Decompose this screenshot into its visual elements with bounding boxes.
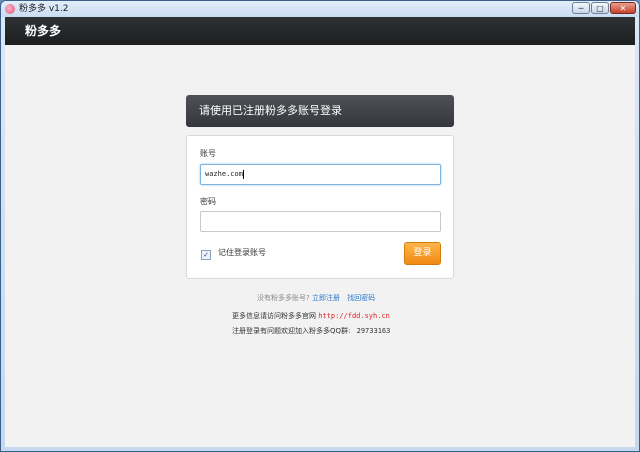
remember-checkbox[interactable]: ✓ — [201, 250, 211, 260]
register-link[interactable]: 立即注册 — [312, 294, 340, 302]
login-heading: 请使用已注册粉多多账号登录 — [199, 104, 342, 117]
app-header: 粉多多 — [5, 17, 635, 45]
login-form: 账号 wazhe.com 密码 ✓ 记住登录账号 登录 — [186, 135, 454, 279]
website-info: 更多信息请访问粉多多官网 http://fdd.syh.cn — [232, 312, 390, 321]
close-button[interactable]: ✕ — [610, 2, 636, 14]
password-input[interactable] — [200, 211, 441, 232]
remember-label[interactable]: 记住登录账号 — [218, 248, 266, 258]
account-label: 账号 — [200, 149, 216, 158]
website-link[interactable]: http://fdd.syh.cn — [318, 312, 390, 320]
login-panel-header: 请使用已注册粉多多账号登录 — [186, 95, 454, 127]
password-label: 密码 — [200, 197, 216, 206]
account-input-value: wazhe.com — [205, 170, 243, 178]
qq-group-text: 注册登录有问题欢迎加入粉多多QQ群: — [232, 327, 351, 335]
app-window: 粉多多 v1.2 ─ □ ✕ 粉多多 请使用已注册粉多多账号登录 账号 wazh… — [0, 0, 640, 452]
app-logo-icon — [5, 4, 15, 14]
app-header-title: 粉多多 — [25, 24, 62, 38]
recover-password-link[interactable]: 找回密码 — [347, 294, 375, 302]
title-bar[interactable]: 粉多多 v1.2 ─ □ ✕ — [1, 1, 639, 17]
qq-group-number: 29733163 — [356, 327, 391, 335]
login-button[interactable]: 登录 — [404, 242, 441, 265]
qq-group-info: 注册登录有问题欢迎加入粉多多QQ群: 29733163 — [232, 327, 390, 336]
website-info-text: 更多信息请访问粉多多官网 — [232, 312, 316, 320]
maximize-button[interactable]: □ — [591, 2, 609, 14]
register-line: 没有粉多多账号? 立即注册 找回密码 — [257, 294, 375, 303]
window-title: 粉多多 v1.2 — [19, 4, 69, 14]
main-content: 请使用已注册粉多多账号登录 账号 wazhe.com 密码 ✓ 记住登录账号 登… — [5, 45, 635, 447]
text-caret — [242, 169, 244, 179]
no-account-text: 没有粉多多账号? — [257, 294, 310, 302]
account-input[interactable]: wazhe.com — [200, 164, 441, 185]
minimize-button[interactable]: ─ — [572, 2, 590, 14]
